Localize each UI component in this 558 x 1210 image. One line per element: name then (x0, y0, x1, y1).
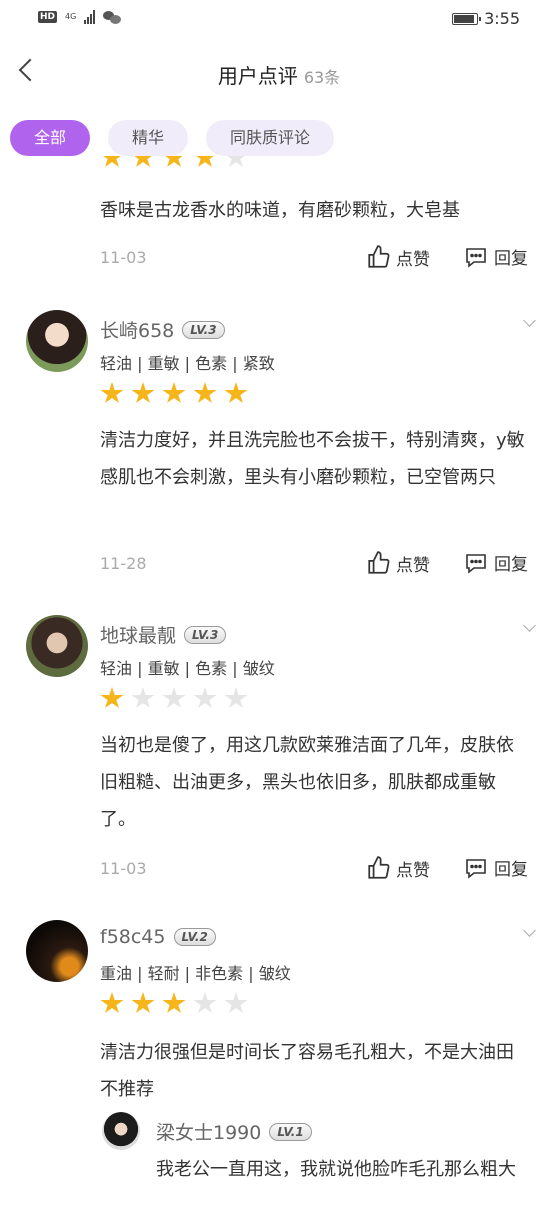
thumbs-up-icon (368, 245, 390, 268)
review-date: 11-28 (100, 554, 147, 573)
avatar[interactable] (26, 615, 88, 677)
like-label: 点赞 (396, 860, 430, 881)
thumbs-up-icon (368, 856, 390, 879)
chevron-down-icon[interactable] (523, 619, 536, 632)
like-button[interactable]: 点赞 (366, 855, 430, 881)
reply-label: 回复 (494, 555, 528, 575)
star-icon (131, 156, 155, 167)
star-icon (193, 992, 217, 1013)
comment-icon (466, 247, 486, 268)
avatar[interactable] (102, 1112, 140, 1150)
reply-button[interactable]: 回复 (464, 550, 528, 575)
hd-badge: HD (38, 11, 58, 23)
star-icon (162, 687, 186, 708)
review-date: 11-03 (100, 859, 147, 878)
filter-featured[interactable]: 精华 (108, 120, 189, 156)
review-footer: 11-28 点赞 回复 (0, 550, 558, 580)
star-icon (224, 382, 248, 403)
review-date: 11-03 (100, 248, 147, 267)
avatar[interactable] (26, 920, 88, 982)
skin-tags: 重油 | 轻耐 | 非色素 | 皱纹 (100, 964, 291, 983)
username[interactable]: 梁女士1990 (156, 1118, 261, 1145)
first-review-stars (100, 156, 248, 170)
star-icon (224, 992, 248, 1013)
star-icon (100, 687, 124, 708)
like-label: 点赞 (396, 555, 430, 576)
thumbs-up-icon (368, 551, 390, 574)
star-rating (100, 992, 248, 1015)
battery-icon (452, 12, 482, 25)
star-icon (131, 687, 155, 708)
level-badge: LV.3 (184, 625, 227, 644)
star-icon (193, 156, 217, 167)
level-badge: LV.3 (182, 320, 225, 339)
username[interactable]: f58c45 (100, 926, 166, 948)
comment-icon (466, 553, 486, 574)
review-text: 清洁力很强但是时间长了容易毛孔粗大，不是大油田不推荐 (100, 1042, 514, 1100)
star-icon (162, 382, 186, 403)
star-icon (193, 382, 217, 403)
reply-text: 我老公一直用这，我就说他脸咋毛孔那么粗大 (156, 1159, 516, 1180)
star-icon (100, 156, 124, 167)
network-label: 4G (65, 12, 77, 21)
like-label: 点赞 (396, 249, 430, 270)
page-header: 用户点评 63条 (0, 52, 558, 96)
username[interactable]: 长崎658 (100, 316, 174, 343)
star-rating (100, 156, 248, 169)
reply-label: 回复 (494, 249, 528, 269)
level-badge: LV.1 (269, 1122, 312, 1141)
review-footer: 11-03 点赞 回复 (0, 855, 558, 885)
star-icon (100, 382, 124, 403)
signal-icon (84, 10, 96, 24)
review-text: 当初也是傻了，用这几款欧莱雅洁面了几年，皮肤依旧粗糙、出油更多，黑头也依旧多，肌… (100, 735, 514, 830)
avatar[interactable] (26, 310, 88, 372)
review-text: 香味是古龙香水的味道，有磨砂颗粒，大皂基 (100, 200, 460, 221)
like-button[interactable]: 点赞 (366, 550, 430, 576)
reply-label: 回复 (494, 860, 528, 880)
review-count: 63条 (303, 68, 341, 87)
status-bar: HD 4G 3:55 (0, 0, 558, 40)
star-icon (193, 687, 217, 708)
star-rating (100, 382, 248, 405)
star-icon (100, 992, 124, 1013)
star-icon (162, 992, 186, 1013)
skin-tags: 轻油 | 重敏 | 色素 | 皱纹 (100, 659, 275, 678)
star-icon (131, 382, 155, 403)
review-text: 清洁力度好，并且洗完脸也不会拔干，特别清爽，y敏感肌也不会刺激，里头有小磨砂颗粒… (100, 430, 525, 488)
star-rating (100, 687, 248, 710)
clock: 3:55 (484, 9, 520, 28)
filter-tabs: 全部 精华 同肤质评论 (10, 120, 335, 156)
reply-button[interactable]: 回复 (464, 855, 528, 880)
wechat-icon (103, 10, 122, 24)
page-title: 用户点评 (217, 64, 298, 88)
review-footer: 11-03 点赞 回复 (0, 244, 558, 274)
like-button[interactable]: 点赞 (366, 244, 430, 270)
username[interactable]: 地球最靓 (100, 621, 176, 648)
star-icon (224, 156, 248, 167)
level-badge: LV.2 (173, 928, 216, 946)
reply-button[interactable]: 回复 (464, 244, 528, 269)
filter-all[interactable]: 全部 (10, 120, 91, 156)
star-icon (224, 687, 248, 708)
chevron-down-icon[interactable] (523, 924, 536, 937)
skin-tags: 轻油 | 重敏 | 色素 | 紧致 (100, 354, 275, 373)
star-icon (162, 156, 186, 167)
chevron-down-icon[interactable] (523, 314, 536, 327)
star-icon (131, 992, 155, 1013)
comment-icon (466, 858, 486, 879)
filter-same-skin[interactable]: 同肤质评论 (206, 120, 335, 156)
